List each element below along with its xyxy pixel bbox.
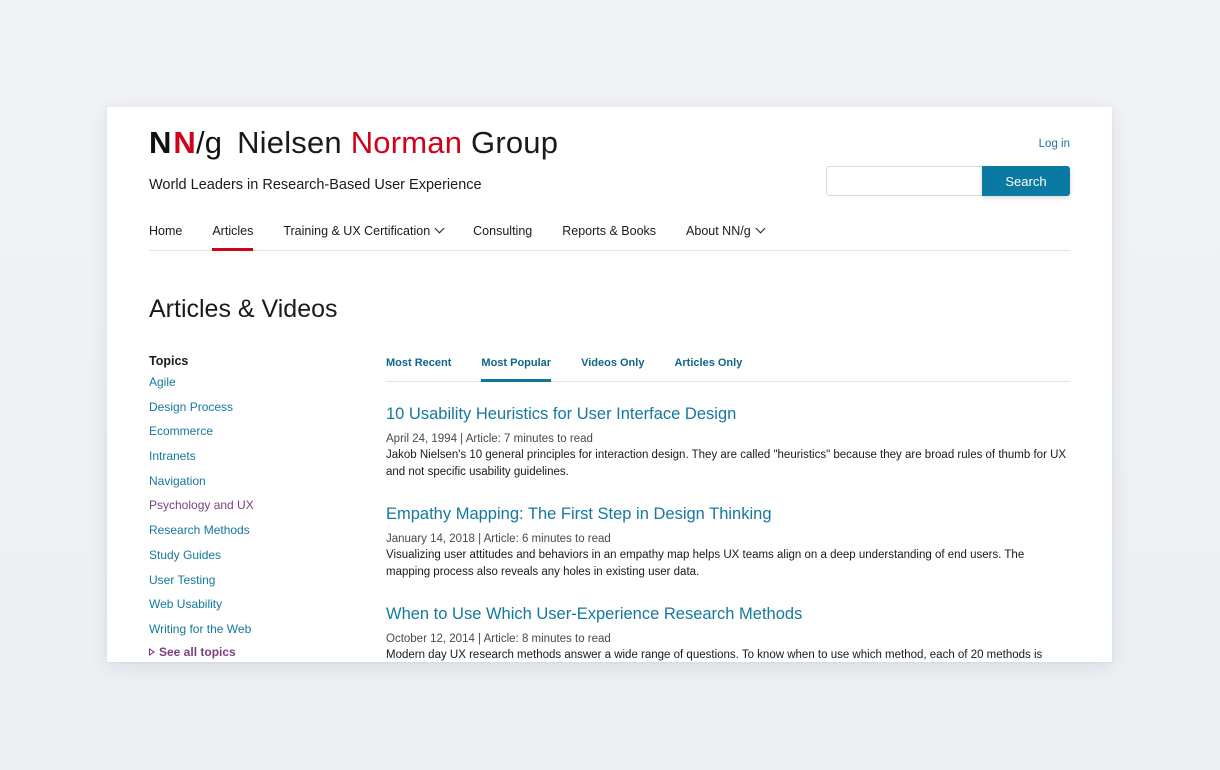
article-title-link[interactable]: When to Use Which User-Experience Resear…	[386, 604, 1070, 624]
logo-name-nielsen: Nielsen	[237, 125, 342, 160]
nav-item-about[interactable]: About NN/g	[686, 219, 766, 250]
nav-item-reports-books[interactable]: Reports & Books	[562, 219, 656, 250]
topic-link-study-guides[interactable]: Study Guides	[149, 547, 349, 572]
article-item: Empathy Mapping: The First Step in Desig…	[386, 504, 1070, 580]
topic-link-ecommerce[interactable]: Ecommerce	[149, 423, 349, 448]
article-meta: October 12, 2014 | Article: 8 minutes to…	[386, 633, 611, 645]
site-logo[interactable]: NN/g Nielsen Norman Group	[149, 125, 558, 163]
logo-n2: N	[173, 125, 196, 160]
nav-item-label: About NN/g	[686, 224, 751, 238]
article-description: Modern day UX research methods answer a …	[386, 649, 1043, 661]
article-title-link[interactable]: 10 Usability Heuristics for User Interfa…	[386, 404, 1070, 424]
nav-item-label: Home	[149, 224, 183, 238]
article-description: Visualizing user attitudes and behaviors…	[386, 549, 1025, 578]
topic-link-user-testing[interactable]: User Testing	[149, 572, 349, 597]
chevron-down-icon	[755, 223, 766, 234]
see-all-topics-label: See all topics	[159, 644, 236, 659]
topic-link-writing-web[interactable]: Writing for the Web	[149, 621, 349, 646]
topic-link-intranets[interactable]: Intranets	[149, 448, 349, 473]
tab-most-recent[interactable]: Most Recent	[386, 354, 451, 381]
login-link[interactable]: Log in	[1039, 138, 1070, 150]
browser-window: NN/g Nielsen Norman Group World Leaders …	[107, 107, 1112, 662]
nav-item-consulting[interactable]: Consulting	[473, 219, 532, 250]
search-form: Search	[826, 166, 1070, 196]
article-description: Jakob Nielsen's 10 general principles fo…	[386, 449, 1067, 478]
nav-item-label: Reports & Books	[562, 224, 657, 238]
nav-item-label: Consulting	[473, 224, 533, 238]
search-button[interactable]: Search	[982, 166, 1070, 196]
search-input[interactable]	[826, 166, 982, 196]
articles-main: Most Recent Most Popular Videos Only Art…	[386, 354, 1070, 662]
chevron-down-icon	[434, 223, 445, 234]
article-item: 10 Usability Heuristics for User Interfa…	[386, 404, 1070, 480]
logo-name-group: Group	[471, 125, 559, 160]
tab-videos-only[interactable]: Videos Only	[581, 354, 644, 381]
article-meta: January 14, 2018 | Article: 6 minutes to…	[386, 533, 611, 545]
logo-n1: N	[149, 125, 174, 160]
nav-item-home[interactable]: Home	[149, 219, 182, 250]
article-item: When to Use Which User-Experience Resear…	[386, 604, 1070, 662]
topic-link-web-usability[interactable]: Web Usability	[149, 596, 349, 621]
topic-link-agile[interactable]: Agile	[149, 374, 349, 399]
nav-item-training[interactable]: Training & UX Certification	[283, 219, 445, 250]
logo-name-norman: Norman	[350, 125, 463, 160]
article-filter-tabs: Most Recent Most Popular Videos Only Art…	[386, 354, 1070, 382]
nav-item-label: Articles	[212, 224, 254, 238]
tab-most-popular[interactable]: Most Popular	[481, 354, 551, 382]
logo-slash-g: /g	[195, 125, 223, 160]
nav-item-label: Training & UX Certification	[283, 224, 431, 238]
article-title-link[interactable]: Empathy Mapping: The First Step in Desig…	[386, 504, 1070, 524]
nav-item-articles[interactable]: Articles	[212, 219, 254, 251]
page-content: NN/g Nielsen Norman Group World Leaders …	[149, 107, 1070, 662]
topics-sidebar: Topics Agile Design Process Ecommerce In…	[149, 354, 349, 659]
see-all-topics-link[interactable]: See all topics	[149, 645, 349, 659]
topic-link-design-process[interactable]: Design Process	[149, 399, 349, 424]
topic-link-navigation[interactable]: Navigation	[149, 473, 349, 498]
main-nav: Home Articles Training & UX Certificatio…	[149, 219, 1070, 251]
page-title: Articles & Videos	[149, 295, 338, 323]
article-meta: April 24, 1994 | Article: 7 minutes to r…	[386, 433, 593, 445]
topic-link-psychology-ux[interactable]: Psychology and UX	[149, 497, 349, 522]
topics-heading: Topics	[149, 354, 189, 368]
triangle-right-icon	[149, 647, 155, 656]
tab-articles-only[interactable]: Articles Only	[674, 354, 742, 381]
topic-link-research-methods[interactable]: Research Methods	[149, 522, 349, 547]
site-tagline: World Leaders in Research-Based User Exp…	[149, 177, 482, 193]
